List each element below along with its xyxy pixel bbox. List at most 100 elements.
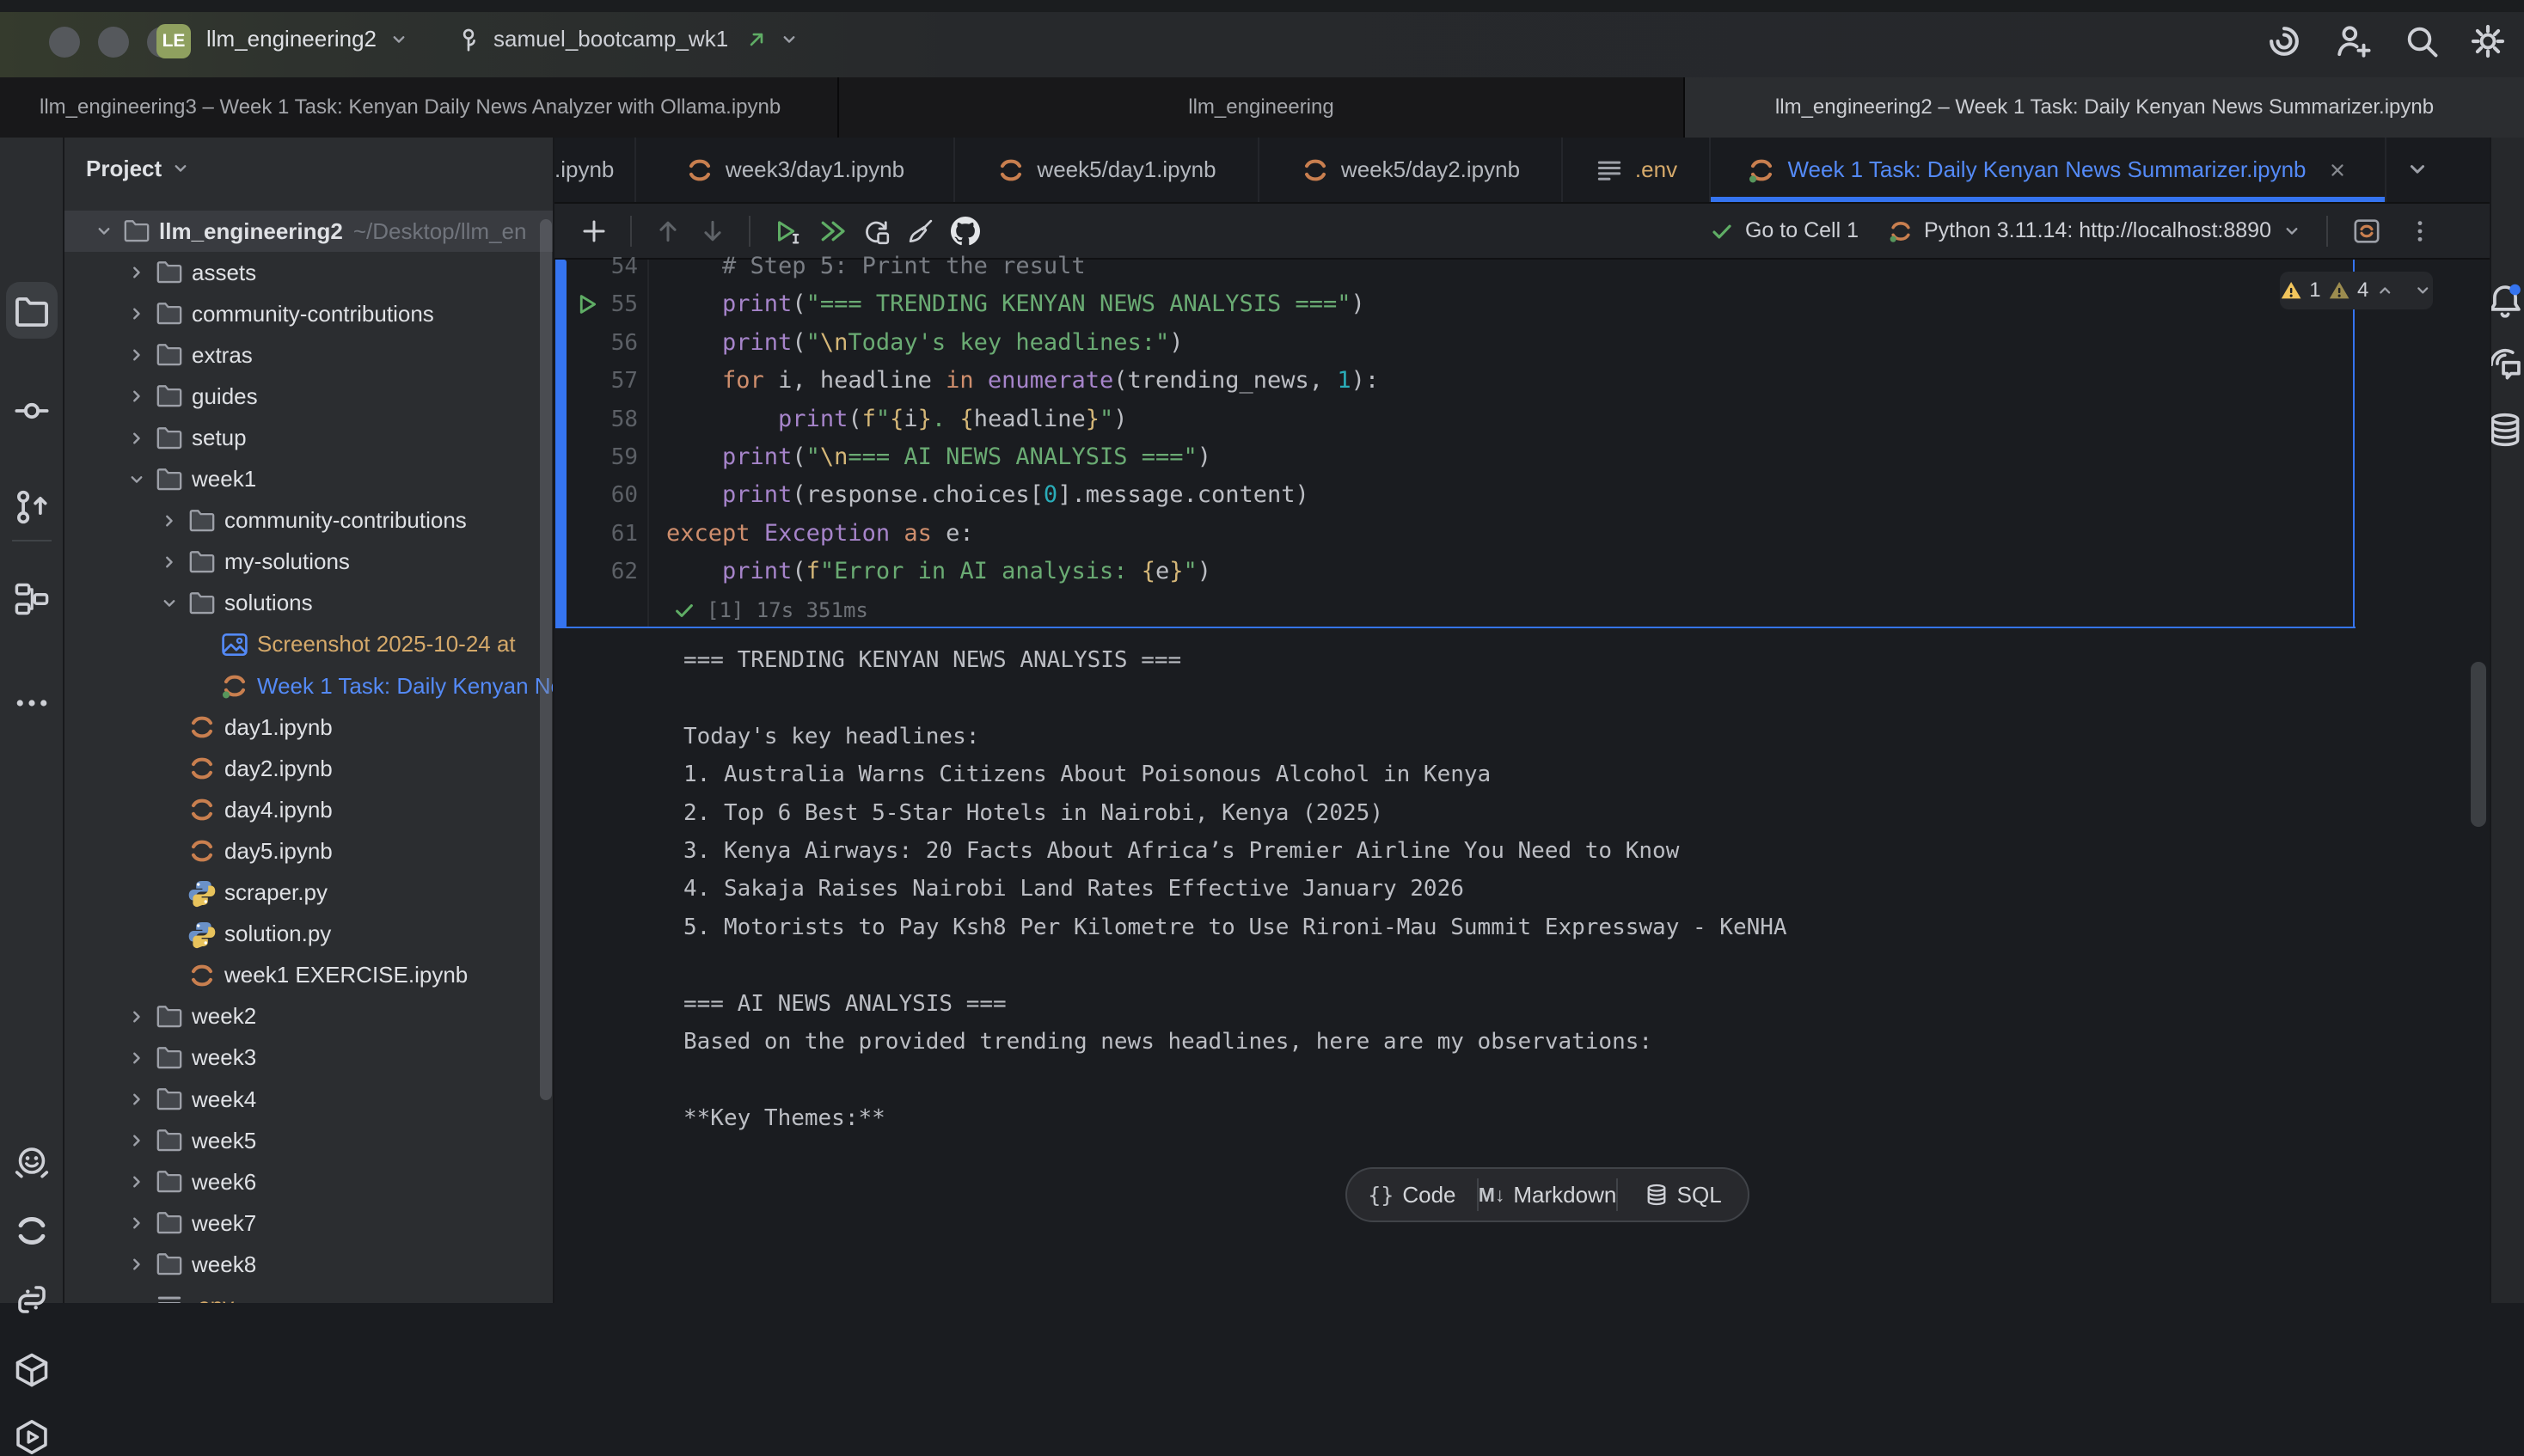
tree-item[interactable]: week3 — [64, 1037, 553, 1079]
tree-item[interactable]: community-contributions — [64, 500, 553, 541]
tree-chevron[interactable] — [151, 500, 187, 541]
chevron-down-icon[interactable] — [389, 29, 409, 50]
tree-item[interactable]: extras — [64, 334, 553, 376]
kernel-selector[interactable]: Python 3.11.14: http://localhost:8890 — [1924, 218, 2271, 243]
add-cell-icon[interactable] — [579, 217, 609, 246]
tab-overflow-chevron-icon[interactable] — [2405, 156, 2430, 182]
chevron-right-icon[interactable] — [126, 1089, 147, 1110]
tree-item[interactable]: day2.ipynb — [64, 748, 553, 789]
tree-item[interactable]: my-solutions — [64, 541, 553, 583]
search-icon[interactable] — [2403, 22, 2441, 60]
tree-chevron[interactable] — [119, 1120, 155, 1161]
chevron-right-icon[interactable] — [126, 1048, 147, 1068]
tree-item[interactable]: guides — [64, 376, 553, 417]
window-tab[interactable]: llm_engineering3 – Week 1 Task: Kenyan D… — [0, 77, 839, 138]
chevron-right-icon[interactable] — [126, 1254, 147, 1275]
chevron-right-icon[interactable] — [159, 552, 180, 572]
editor-tab[interactable]: Week 1 Task: Daily Kenyan News Summarize… — [1711, 138, 2386, 202]
hexagon-play-icon[interactable] — [13, 1418, 51, 1456]
project-name[interactable]: llm_engineering2 — [206, 0, 377, 77]
tree-item[interactable]: week1 EXERCISE.ipynb — [64, 955, 553, 996]
tree-chevron[interactable] — [119, 1037, 155, 1079]
markdown-cell-button[interactable]: M↓Markdown — [1479, 1169, 1617, 1220]
editor-tab[interactable]: week5/day1.ipynb — [955, 138, 1259, 202]
chevron-down-icon[interactable] — [94, 221, 114, 242]
package-icon[interactable] — [13, 1351, 51, 1389]
project-tree-scrollbar[interactable] — [540, 219, 552, 1100]
move-cell-down-icon[interactable] — [698, 217, 727, 246]
chevron-down-icon[interactable] — [159, 593, 180, 614]
tree-chevron[interactable] — [151, 583, 187, 624]
more-icon[interactable] — [13, 684, 51, 722]
kebab-menu-icon[interactable] — [2407, 218, 2433, 244]
chevron-right-icon[interactable] — [126, 1213, 147, 1233]
tree-item[interactable]: community-contributions — [64, 293, 553, 334]
tree-item[interactable]: setup — [64, 417, 553, 458]
tree-item[interactable]: week8 — [64, 1244, 553, 1285]
move-cell-up-icon[interactable] — [653, 217, 683, 246]
chevron-right-icon[interactable] — [126, 345, 147, 365]
add-user-icon[interactable] — [2335, 22, 2373, 60]
tree-chevron[interactable] — [151, 541, 187, 583]
hugging-face-icon[interactable] — [13, 1144, 51, 1182]
editor-tab[interactable]: .ipynb — [554, 138, 636, 202]
chevron-right-icon[interactable] — [126, 386, 147, 407]
tree-item[interactable]: Week 1 Task: Daily Kenyan News Summarize… — [64, 665, 553, 707]
tree-chevron[interactable] — [119, 1079, 155, 1120]
tree-item[interactable]: Screenshot 2025-10-24 at — [64, 624, 553, 665]
chevron-down-icon[interactable] — [779, 29, 799, 50]
github-icon[interactable] — [951, 217, 980, 246]
chevron-down-icon[interactable] — [170, 158, 191, 179]
branch-name[interactable]: samuel_bootcamp_wk1 — [493, 0, 728, 77]
sql-cell-button[interactable]: SQL — [1618, 1169, 1748, 1220]
tree-chevron[interactable] — [119, 1161, 155, 1202]
chevron-right-icon[interactable] — [126, 303, 147, 324]
project-folder-icon[interactable] — [13, 293, 51, 331]
divider[interactable] — [553, 138, 554, 1303]
inspections-widget[interactable]: 1 4 — [2280, 272, 2433, 309]
tree-chevron[interactable] — [119, 418, 155, 459]
go-to-cell-button[interactable]: Go to Cell 1 — [1745, 218, 1859, 243]
python-mono-icon[interactable] — [13, 1281, 51, 1318]
chevron-right-icon[interactable] — [126, 1130, 147, 1151]
window-tab[interactable]: llm_engineering2 – Week 1 Task: Daily Ke… — [1685, 77, 2524, 138]
editor-scrollbar[interactable] — [2471, 662, 2486, 827]
tree-chevron[interactable] — [119, 252, 155, 293]
tree-item[interactable]: .env — [64, 1285, 553, 1303]
tree-chevron[interactable] — [119, 1202, 155, 1244]
code-cell-button[interactable]: {}Code — [1347, 1169, 1477, 1220]
tree-item[interactable]: week1 — [64, 459, 553, 500]
tree-chevron[interactable] — [119, 996, 155, 1037]
tree-item[interactable]: week7 — [64, 1202, 553, 1244]
chevron-down-icon[interactable] — [126, 469, 147, 490]
pull-requests-icon[interactable] — [13, 488, 51, 526]
code-cell-editor[interactable]: # Step 5: Print the result print("=== TR… — [666, 248, 1379, 591]
tree-item[interactable]: day4.ipynb — [64, 789, 553, 830]
jupyter-mono-icon[interactable] — [13, 1212, 51, 1250]
window-close-button[interactable] — [49, 27, 80, 58]
chevron-right-icon[interactable] — [126, 1172, 147, 1192]
ai-assistant-icon[interactable] — [2265, 22, 2303, 60]
run-all-icon[interactable] — [817, 217, 846, 246]
tree-chevron[interactable] — [119, 1244, 155, 1285]
tree-chevron[interactable] — [119, 459, 155, 500]
tree-item[interactable]: llm_engineering2~/Desktop/llm_en — [64, 211, 553, 252]
editor-tab[interactable]: week5/day2.ipynb — [1259, 138, 1563, 202]
window-minimize-button[interactable] — [98, 27, 129, 58]
commit-icon[interactable] — [13, 392, 51, 430]
structure-icon[interactable] — [13, 580, 51, 618]
chevron-down-icon[interactable] — [2282, 221, 2302, 242]
close-tab-icon[interactable] — [2326, 159, 2349, 181]
settings-gear-icon[interactable] — [2469, 22, 2507, 60]
chevron-right-icon[interactable] — [159, 511, 180, 531]
tree-item[interactable]: day1.ipynb — [64, 707, 553, 748]
tree-chevron[interactable] — [119, 376, 155, 417]
tree-item[interactable]: week5 — [64, 1120, 553, 1161]
tree-chevron[interactable] — [119, 293, 155, 334]
tree-item[interactable]: week2 — [64, 996, 553, 1037]
restart-kernel-icon[interactable] — [861, 217, 891, 246]
tree-item[interactable]: week4 — [64, 1079, 553, 1120]
chevron-right-icon[interactable] — [126, 428, 147, 449]
chevron-right-icon[interactable] — [126, 262, 147, 283]
notifications-icon[interactable] — [2486, 282, 2524, 320]
